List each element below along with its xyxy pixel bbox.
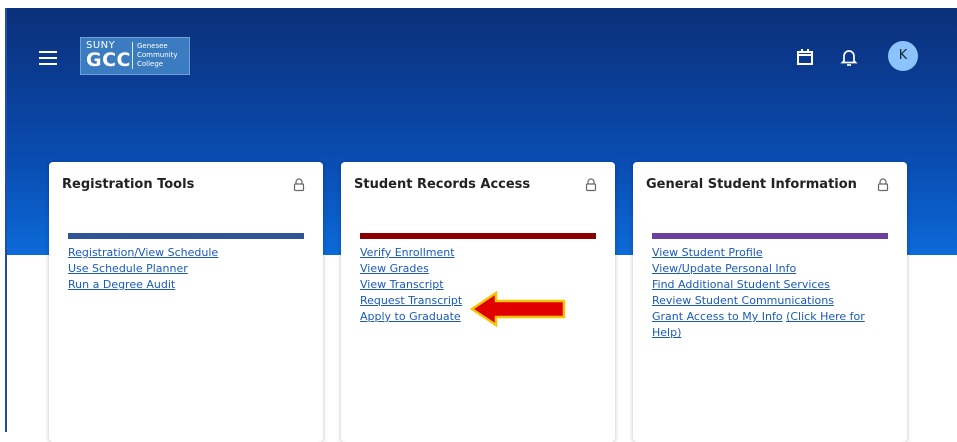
link-registration-view-schedule[interactable]: Registration/View Schedule (68, 245, 308, 261)
logo-name-line2: Community (137, 51, 178, 59)
link-verify-enrollment[interactable]: Verify Enrollment (360, 245, 600, 261)
link-view-grades[interactable]: View Grades (360, 261, 600, 277)
left-border (5, 8, 7, 432)
link-grant-access[interactable]: Grant Access to My Info (652, 310, 783, 323)
avatar[interactable]: K (888, 41, 918, 71)
link-click-here-help[interactable]: (Click Here for (786, 310, 865, 323)
lock-icon[interactable] (877, 177, 889, 192)
card-links: Registration/View Schedule Use Schedule … (68, 245, 308, 293)
logo-college-name: Genesee Community College (132, 42, 178, 69)
card-general-student-information: General Student Information View Student… (633, 162, 907, 442)
link-run-degree-audit[interactable]: Run a Degree Audit (68, 277, 308, 293)
card-title: General Student Information (646, 177, 857, 192)
logo-name-line1: Genesee (137, 42, 168, 50)
menu-icon[interactable] (39, 51, 57, 65)
link-use-schedule-planner[interactable]: Use Schedule Planner (68, 261, 308, 277)
grant-access-line: Grant Access to My Info (Click Here for … (652, 309, 892, 341)
link-find-additional-student-services[interactable]: Find Additional Student Services (652, 277, 892, 293)
card-links: View Student Profile View/Update Persona… (652, 245, 892, 341)
page: SUNY GCC Genesee Community College K Reg… (0, 0, 957, 442)
link-review-student-communications[interactable]: Review Student Communications (652, 293, 892, 309)
calendar-icon[interactable] (794, 46, 816, 68)
college-logo[interactable]: SUNY GCC Genesee Community College (80, 37, 190, 75)
logo-name-line3: College (137, 60, 164, 68)
card-title: Registration Tools (62, 177, 195, 192)
link-help[interactable]: Help) (652, 325, 892, 341)
link-view-student-profile[interactable]: View Student Profile (652, 245, 892, 261)
card-accent-bar (360, 233, 596, 239)
card-title: Student Records Access (354, 177, 531, 192)
annotation-arrow-icon (469, 290, 566, 328)
card-accent-bar (68, 233, 304, 239)
card-registration-tools: Registration Tools Registration/View Sch… (49, 162, 323, 442)
bell-icon[interactable] (838, 46, 860, 68)
link-view-update-personal-info[interactable]: View/Update Personal Info (652, 261, 892, 277)
lock-icon[interactable] (585, 177, 597, 192)
card-accent-bar (652, 233, 888, 239)
lock-icon[interactable] (293, 177, 305, 192)
